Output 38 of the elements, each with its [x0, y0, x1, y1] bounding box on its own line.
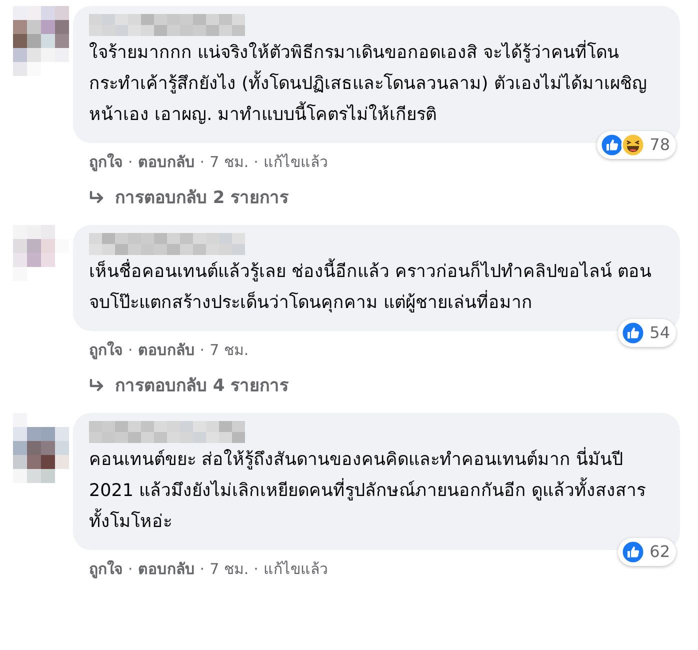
reaction-summary[interactable]: 62 [618, 538, 676, 566]
edited-label: แก้ไขแล้ว [263, 559, 328, 580]
reply-link[interactable]: ตอบกลับ [138, 558, 195, 580]
like-link[interactable]: ถูกใจ [89, 339, 123, 362]
separator: · [128, 152, 133, 173]
separator: · [200, 559, 205, 580]
laughing-face-icon [620, 133, 645, 157]
reaction-summary[interactable]: 54 [618, 319, 676, 347]
separator: · [128, 559, 133, 580]
view-replies-link[interactable]: การตอบกลับ 2 รายการ [73, 174, 289, 215]
separator: · [200, 152, 205, 173]
reply-link[interactable]: ตอบกลับ [138, 339, 195, 362]
like-link[interactable]: ถูกใจ [89, 151, 123, 174]
like-icon [600, 133, 624, 157]
timestamp: 7 ชม. [210, 559, 249, 580]
comment-text: ใจร้ายมากกก แน่จริงให้ตัวพิธีกรมาเดินขอกอดเองสิ จะได้รู้ว่าคนที่โดนกระทำเค้ารู้สึกยังไง (ทั้งโดนปฏิเสธและโดนลวนลาม) ตัวเองไม่ได้มาเผชิญหน้าเอง เอาผญ. มาทำแบบนี้โคตรไม่ให้เกียรติ [89, 38, 664, 131]
comment-text: คอนเทนต์ขยะ ส่อให้รู้ถึงสันดานของคนคิดและทำคอนเทนต์มาก นี่มันปี 2021 แล้วมึงยังไม่เลิกเหยียดคนที่รูปลักษณ์ภายนอกกันอีก ดูแล้วทั้งสงสารทั้งโมโหอ่ะ [89, 445, 664, 538]
reaction-count: 54 [650, 322, 670, 344]
avatar-drawing[interactable] [13, 413, 69, 483]
reply-arrow-icon [89, 379, 105, 394]
reaction-summary[interactable]: 78 [596, 131, 676, 159]
like-link[interactable]: ถูกใจ [89, 558, 123, 580]
separator: · [128, 340, 133, 361]
separator: · [200, 340, 205, 361]
view-replies-link[interactable]: การตอบกลับ 4 รายการ [73, 362, 289, 403]
like-icon [620, 321, 645, 345]
reaction-count: 78 [650, 134, 670, 156]
reply-link[interactable]: ตอบกลับ [138, 151, 195, 174]
reaction-count: 62 [650, 541, 670, 563]
reply-arrow-icon [89, 191, 105, 206]
separator: · [254, 152, 258, 173]
avatar-drawing[interactable] [13, 6, 69, 76]
separator: · [254, 559, 258, 580]
edited-label: แก้ไขแล้ว [263, 152, 328, 173]
like-icon [620, 540, 645, 564]
timestamp: 7 ชม. [210, 340, 249, 361]
comment-text: เห็นชื่อคอนเทนต์แล้วรู้เลย ช่องนี้อีกแล้ว คราวก่อนก็ไปทำคลิปขอไลน์ ตอนจบโป๊ะแตกสร้างประเด็นว่าโดนคุกคาม แต่ผู้ชายเล่นที่อมาก [89, 257, 664, 319]
timestamp: 7 ชม. [210, 152, 249, 173]
